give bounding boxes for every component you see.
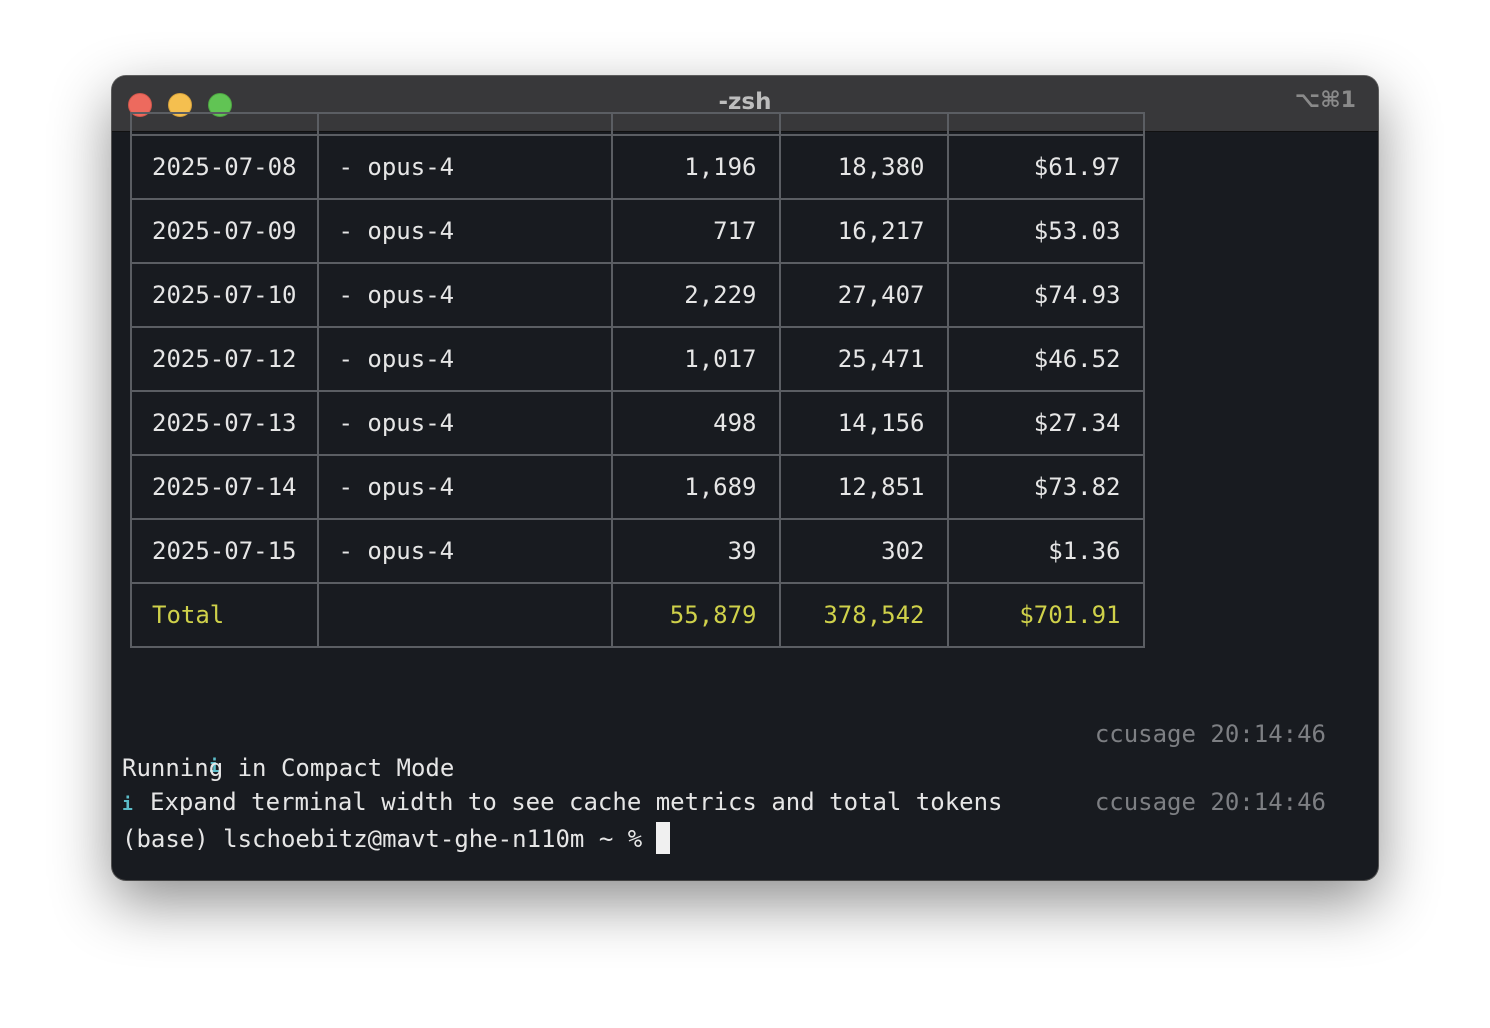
cell-input: 717 bbox=[610, 198, 781, 264]
cell-output: 25,471 bbox=[778, 326, 949, 392]
cell-output: 12,851 bbox=[778, 454, 949, 520]
cell-input: 39 bbox=[610, 518, 781, 584]
usage-table: 2025-07-08- opus-4 1,196 18,380 $61.97 2025-… bbox=[130, 112, 1145, 648]
timestamp-1: ccusage 20:14:46 bbox=[1094, 720, 1326, 748]
cell-date: 2025-07-14 bbox=[130, 454, 319, 520]
table-row: 2025-07-15- opus-4 39 302 $1.36 bbox=[130, 518, 1145, 584]
shell-prompt: (base) lschoebitz@mavt-ghe-n110m ~ % bbox=[122, 825, 643, 853]
cell-cost: $53.03 bbox=[946, 198, 1145, 264]
cell-output: 18,380 bbox=[778, 134, 949, 200]
info-line-2: i Expand terminal width to see cache metr… bbox=[122, 788, 1003, 819]
compact-mode-line: Running in Compact Mode bbox=[122, 754, 455, 782]
cell-cost: $27.34 bbox=[946, 390, 1145, 456]
cell-model: - opus-4 bbox=[316, 390, 613, 456]
cell-date: 2025-07-13 bbox=[130, 390, 319, 456]
cell-date: 2025-07-08 bbox=[130, 134, 319, 200]
total-model bbox=[316, 582, 613, 648]
cell-model: - opus-4 bbox=[316, 326, 613, 392]
expand-hint-text: Expand terminal width to see cache metri… bbox=[150, 788, 1003, 816]
total-input: 55,879 bbox=[610, 582, 781, 648]
terminal-content[interactable]: 2025-07-08- opus-4 1,196 18,380 $61.97 2025-… bbox=[112, 112, 1378, 880]
cell-date: 2025-07-10 bbox=[130, 262, 319, 328]
total-cost: $701.91 bbox=[946, 582, 1145, 648]
total-output: 378,542 bbox=[778, 582, 949, 648]
cell-cost: $1.36 bbox=[946, 518, 1145, 584]
cell-output: 14,156 bbox=[778, 390, 949, 456]
shell-prompt-line[interactable]: (base) lschoebitz@mavt-ghe-n110m ~ % bbox=[122, 822, 671, 854]
timestamp-2: ccusage 20:14:46 bbox=[1094, 788, 1326, 816]
table-row: 2025-07-13- opus-4 498 14,156 $27.34 bbox=[130, 390, 1145, 456]
cell-output: 27,407 bbox=[778, 262, 949, 328]
cell-input: 498 bbox=[610, 390, 781, 456]
table-row: 2025-07-08- opus-4 1,196 18,380 $61.97 bbox=[130, 134, 1145, 200]
table-total-row: Total 55,879 378,542 $701.91 bbox=[130, 582, 1145, 648]
cell-cost: $73.82 bbox=[946, 454, 1145, 520]
window-shortcut: ⌥⌘1 bbox=[1294, 88, 1356, 113]
cell-input: 1,196 bbox=[610, 134, 781, 200]
cell-model: - opus-4 bbox=[316, 454, 613, 520]
cell-date: 2025-07-15 bbox=[130, 518, 319, 584]
cell-model: - opus-4 bbox=[316, 262, 613, 328]
cell-cost: $46.52 bbox=[946, 326, 1145, 392]
table-row: 2025-07-09- opus-4 717 16,217 $53.03 bbox=[130, 198, 1145, 264]
table-row: 2025-07-10- opus-4 2,229 27,407 $74.93 bbox=[130, 262, 1145, 328]
cell-output: 16,217 bbox=[778, 198, 949, 264]
info-icon: i bbox=[122, 794, 133, 815]
cell-input: 1,017 bbox=[610, 326, 781, 392]
text-cursor bbox=[656, 822, 671, 854]
cell-cost: $61.97 bbox=[946, 134, 1145, 200]
cell-model: - opus-4 bbox=[316, 518, 613, 584]
cell-model: - opus-4 bbox=[316, 134, 613, 200]
cell-input: 1,689 bbox=[610, 454, 781, 520]
table-row: 2025-07-12- opus-4 1,017 25,471 $46.52 bbox=[130, 326, 1145, 392]
cell-date: 2025-07-12 bbox=[130, 326, 319, 392]
cell-date: 2025-07-09 bbox=[130, 198, 319, 264]
cell-cost: $74.93 bbox=[946, 262, 1145, 328]
cell-input: 2,229 bbox=[610, 262, 781, 328]
terminal-window: -zsh ⌥⌘1 2025-07-08- opus-4 1,196 18,380 $6… bbox=[112, 76, 1378, 880]
table-row-partial bbox=[130, 112, 1145, 136]
table-row: 2025-07-14- opus-4 1,689 12,851 $73.82 bbox=[130, 454, 1145, 520]
total-label: Total bbox=[130, 582, 319, 648]
cell-output: 302 bbox=[778, 518, 949, 584]
cell-model: - opus-4 bbox=[316, 198, 613, 264]
